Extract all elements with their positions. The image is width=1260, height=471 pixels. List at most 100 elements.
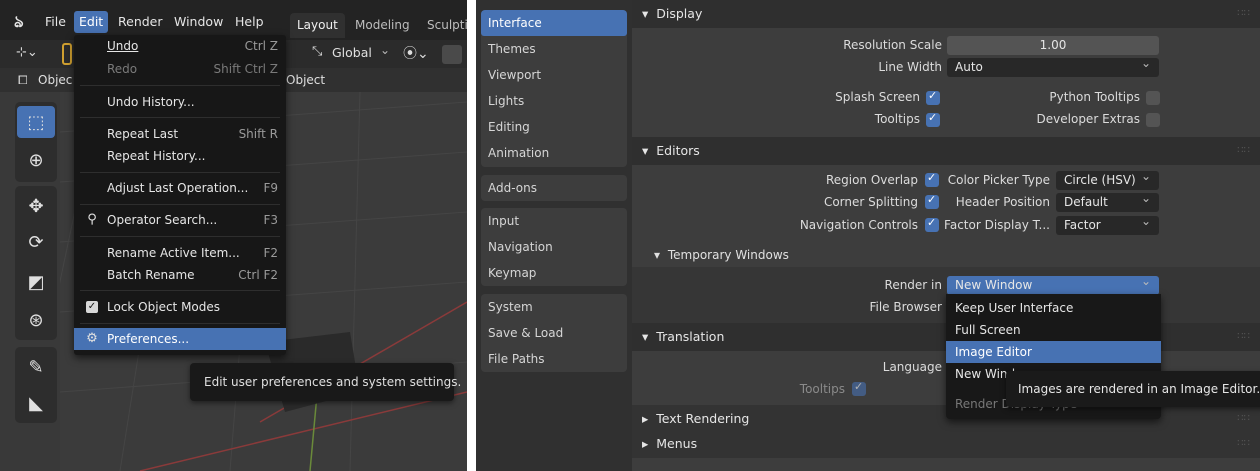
rotate-icon[interactable]: ⟳ xyxy=(17,226,55,258)
move-icon[interactable]: ✥ xyxy=(17,190,55,222)
sidebar-item-keymap[interactable]: Keymap xyxy=(481,260,627,286)
tab-sculpting[interactable]: Sculpti xyxy=(420,13,467,38)
menu-separator xyxy=(80,323,280,324)
object-mode-label[interactable]: Objec xyxy=(38,73,72,87)
menu-item-label: Repeat History... xyxy=(107,149,206,163)
tab-layout[interactable]: Layout xyxy=(290,13,345,38)
select-box-icon[interactable]: ⬚ xyxy=(17,106,55,138)
object-mode-icon: ⧠ xyxy=(18,73,28,87)
menu-item-preferences[interactable]: ⚙ Preferences... xyxy=(74,328,286,350)
corner-splitting-checkbox[interactable] xyxy=(925,193,939,209)
disclosure-closed-icon: ▸ xyxy=(642,411,649,426)
menu-item-repeat-last[interactable]: Repeat Last Shift R xyxy=(74,123,286,145)
header-position-label: Header Position xyxy=(955,195,1050,209)
blender-logo-icon[interactable]: ঌ xyxy=(14,12,34,32)
gear-icon: ⚙ xyxy=(86,331,98,346)
color-picker-type-dropdown[interactable]: Circle (HSV) xyxy=(1056,167,1159,190)
option-keep-user-interface[interactable]: Keep User Interface xyxy=(946,297,1161,319)
render-in-dropdown[interactable]: New Window xyxy=(947,272,1159,295)
sidebar-item-editing[interactable]: Editing xyxy=(481,114,627,140)
image-editor-tooltip: Images are rendered in an Image Editor. xyxy=(1006,371,1260,407)
menu-window[interactable]: Window xyxy=(169,11,228,33)
drag-handle-icon[interactable]: ∷∷ xyxy=(1237,323,1250,351)
menu-item-undo-history[interactable]: Undo History... xyxy=(74,91,286,113)
sidebar-item-navigation[interactable]: Navigation xyxy=(481,234,627,260)
tooltips-checkbox[interactable] xyxy=(926,111,940,127)
menu-item-repeat-history[interactable]: Repeat History... xyxy=(74,145,286,167)
edit-menu-dropdown: Undo Ctrl Z Redo Shift Ctrl Z Undo Histo… xyxy=(74,35,286,355)
menu-item-operator-search[interactable]: ⚲ Operator Search... F3 xyxy=(74,209,286,231)
drag-handle-icon[interactable]: ∷∷ xyxy=(1237,0,1250,28)
resolution-scale-label: Resolution Scale xyxy=(843,38,942,52)
splash-screen-checkbox[interactable] xyxy=(926,89,940,105)
sidebar-item-themes[interactable]: Themes xyxy=(481,36,627,62)
shortcut-label: F3 xyxy=(263,213,278,227)
translation-tooltips-label: Tooltips xyxy=(799,382,845,396)
python-tooltips-checkbox[interactable] xyxy=(1146,91,1160,105)
menu-item-rename-active[interactable]: Rename Active Item... F2 xyxy=(74,242,286,264)
transform-orientation-icon: ⤡ xyxy=(312,44,323,59)
sidebar-item-addons[interactable]: Add-ons xyxy=(481,175,627,201)
tooltips-label: Tooltips xyxy=(874,112,920,126)
disclosure-open-icon: ▾ xyxy=(654,248,661,262)
translation-tooltips-checkbox[interactable] xyxy=(852,380,866,396)
cursor-icon[interactable]: ⊕ xyxy=(17,144,55,176)
menu-item-redo[interactable]: Redo Shift Ctrl Z xyxy=(74,58,286,80)
tab-modeling[interactable]: Modeling xyxy=(348,13,417,38)
menu-separator xyxy=(80,117,280,118)
drag-handle-icon[interactable]: ∷∷ xyxy=(1237,430,1250,458)
menu-item-label: Preferences... xyxy=(107,332,190,346)
sidebar-item-viewport[interactable]: Viewport xyxy=(481,62,627,88)
drag-handle-icon[interactable]: ∷∷ xyxy=(1237,405,1250,433)
sidebar-item-save-load[interactable]: Save & Load xyxy=(481,320,627,346)
sidebar-item-lights[interactable]: Lights xyxy=(481,88,627,114)
measure-icon[interactable]: ◣ xyxy=(17,387,55,419)
sidebar-item-file-paths[interactable]: File Paths xyxy=(481,346,627,372)
temporary-windows-subpanel[interactable]: ▾ Temporary Windows xyxy=(654,243,789,267)
scale-icon[interactable]: ◩ xyxy=(17,266,55,298)
chevron-down-icon: ⌄ xyxy=(380,43,391,57)
developer-extras-checkbox[interactable] xyxy=(1146,113,1160,127)
line-width-dropdown[interactable]: Auto xyxy=(947,54,1159,77)
option-full-screen[interactable]: Full Screen xyxy=(946,319,1161,341)
disclosure-open-icon: ▾ xyxy=(642,143,649,158)
menu-separator xyxy=(80,204,280,205)
annotate-icon[interactable]: ✎ xyxy=(17,351,55,383)
menu-help[interactable]: Help xyxy=(230,11,269,33)
object-mode-dropdown-icon[interactable]: ⊹⌄ xyxy=(16,45,52,64)
transform-orientation-dropdown[interactable]: Global xyxy=(332,45,372,60)
menu-item-lock-object-modes[interactable]: ✓ Lock Object Modes xyxy=(74,296,286,318)
selection-mode-icon[interactable] xyxy=(62,43,72,65)
snap-icon[interactable] xyxy=(442,45,462,64)
resolution-scale-field[interactable]: 1.00 xyxy=(947,36,1159,55)
navigation-controls-checkbox[interactable] xyxy=(925,216,939,232)
menu-item-batch-rename[interactable]: Batch Rename Ctrl F2 xyxy=(74,264,286,286)
object-menu[interactable]: Object xyxy=(286,73,325,87)
transform-icon[interactable]: ⊛ xyxy=(17,304,55,336)
sidebar-item-system[interactable]: System xyxy=(481,294,627,320)
panel-display-header[interactable]: ▾ Display ∷∷ xyxy=(632,0,1260,28)
shortcut-label: Ctrl F2 xyxy=(238,268,278,282)
subpanel-title: Temporary Windows xyxy=(667,248,789,262)
menu-item-adjust-last[interactable]: Adjust Last Operation... F9 xyxy=(74,177,286,199)
drag-handle-icon[interactable]: ∷∷ xyxy=(1237,137,1250,165)
sidebar-item-input[interactable]: Input xyxy=(481,208,627,234)
menu-item-label: Adjust Last Operation... xyxy=(107,181,249,195)
panel-menus-header[interactable]: ▸ Menus ∷∷ xyxy=(632,430,1260,458)
sidebar-item-interface[interactable]: Interface xyxy=(481,10,627,36)
color-picker-type-label: Color Picker Type xyxy=(947,173,1050,187)
menu-separator xyxy=(80,290,280,291)
disclosure-open-icon: ▾ xyxy=(642,329,649,344)
region-overlap-checkbox[interactable] xyxy=(925,171,939,187)
menu-edit[interactable]: Edit xyxy=(74,11,109,33)
menu-item-undo[interactable]: Undo Ctrl Z xyxy=(74,35,286,57)
sidebar-item-animation[interactable]: Animation xyxy=(481,140,627,166)
panel-editors-header[interactable]: ▾ Editors ∷∷ xyxy=(632,137,1260,165)
pivot-point-icon[interactable]: ⦿⌄ xyxy=(403,43,429,63)
menu-file[interactable]: File xyxy=(40,11,71,33)
shortcut-label: Shift Ctrl Z xyxy=(213,62,278,76)
factor-display-type-dropdown[interactable]: Factor xyxy=(1056,212,1159,235)
menu-render[interactable]: Render xyxy=(113,11,168,33)
header-position-dropdown[interactable]: Default xyxy=(1056,189,1159,212)
option-image-editor[interactable]: Image Editor xyxy=(946,341,1161,363)
